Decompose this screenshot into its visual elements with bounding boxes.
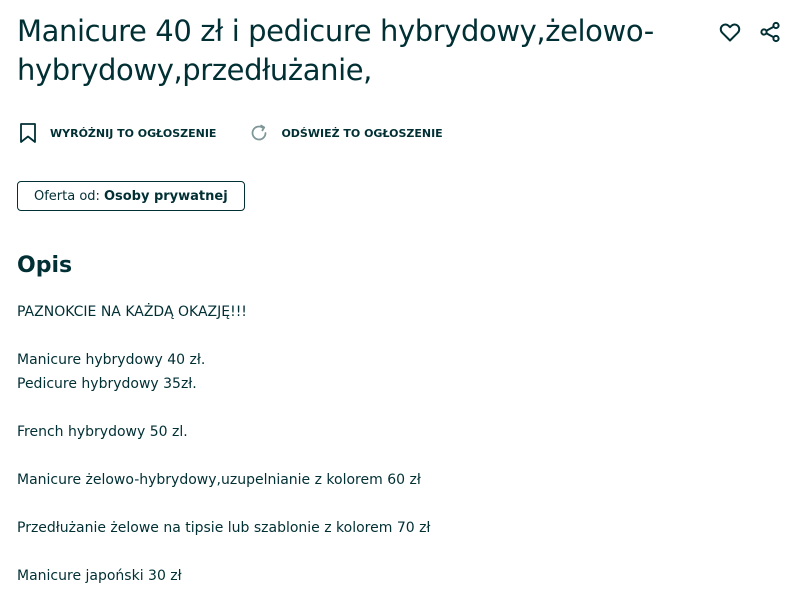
listing-title: Manicure 40 zł i pedicure hybrydowy,żelo… — [17, 14, 654, 87]
refresh-ad-link[interactable]: ODŚWIEŻ TO OGŁOSZENIE — [248, 122, 443, 144]
description-line — [17, 396, 777, 420]
description-line: Manicure hybrydowy 40 zł. — [17, 352, 206, 368]
favorite-button[interactable] — [718, 20, 742, 44]
description-line — [17, 540, 777, 564]
refresh-icon — [248, 122, 270, 144]
offer-type-label: Oferta od: — [34, 188, 100, 204]
share-button[interactable] — [758, 20, 782, 44]
description-line — [17, 444, 777, 468]
listing-actions — [718, 20, 782, 44]
heart-outline-icon — [719, 23, 741, 42]
offer-type-badge: Oferta od: Osoby prywatnej — [17, 181, 245, 211]
description-line: French hybrydowy 50 zl. — [17, 424, 188, 440]
description-line: Pedicure hybrydowy 35zł. — [17, 376, 197, 392]
description-line: PAZNOKCIE NA KAŻDĄ OKAZJĘ!!! — [17, 304, 247, 320]
description-heading: Opis — [17, 253, 73, 278]
promotion-actions: WYRÓŻNIJ TO OGŁOSZENIE ODŚWIEŻ TO OGŁOSZ… — [17, 122, 475, 144]
description-body: PAZNOKCIE NA KAŻDĄ OKAZJĘ!!! Manicure hy… — [17, 300, 777, 588]
highlight-ad-link[interactable]: WYRÓŻNIJ TO OGŁOSZENIE — [17, 122, 216, 144]
description-line — [17, 492, 777, 516]
highlight-ad-label: WYRÓŻNIJ TO OGŁOSZENIE — [50, 126, 217, 140]
description-line: Manicure japoński 30 zł — [17, 568, 182, 584]
refresh-ad-label: ODŚWIEŻ TO OGŁOSZENIE — [281, 126, 443, 140]
bookmark-icon — [17, 122, 39, 144]
share-icon — [760, 21, 780, 43]
description-line: Przedłużanie żelowe na tipsie lub szablo… — [17, 520, 431, 536]
offer-type-value: Osoby prywatnej — [103, 188, 228, 204]
description-line — [17, 324, 777, 348]
description-line: Manicure żelowo-hybrydowy,uzupelnianie z… — [17, 472, 421, 488]
